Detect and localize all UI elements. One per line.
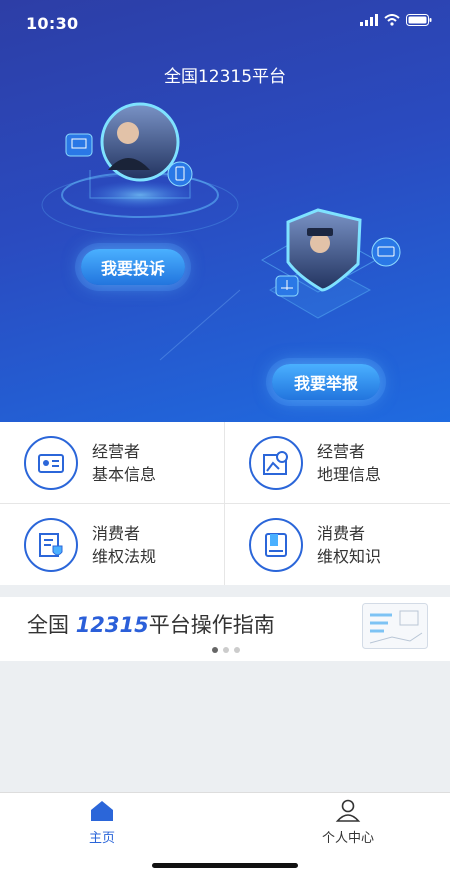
service-grid: 经营者 基本信息 经营者 地理信息 消费者 维权法规 消费者 维权知识: [0, 422, 450, 585]
tab-home-label: 主页: [88, 831, 115, 846]
status-bar: 10:30: [0, 0, 450, 50]
home-icon: [91, 801, 113, 821]
carousel-dot[interactable]: [234, 647, 240, 653]
id-card-icon: [24, 435, 78, 490]
service-title: 消费者: [92, 523, 141, 543]
service-subtitle: 地理信息: [317, 464, 382, 484]
tab-home[interactable]: 主页: [42, 799, 162, 846]
guide-banner[interactable]: 全国 12315平台操作指南: [0, 597, 450, 661]
service-subtitle: 维权知识: [317, 546, 382, 566]
page-title: 全国12315平台: [163, 67, 287, 87]
battery-icon: [406, 14, 432, 26]
service-subtitle: 基本信息: [92, 464, 157, 484]
map-pin-icon: [249, 435, 303, 490]
guide-illustration-icon: [362, 603, 428, 649]
report-button[interactable]: 我要举报: [272, 364, 380, 400]
service-title: 经营者: [317, 441, 366, 461]
service-operator-geo-info[interactable]: 经营者 地理信息: [225, 422, 449, 503]
complaint-button[interactable]: 我要投诉: [81, 249, 185, 285]
guide-title: 全国 12315平台操作指南: [27, 609, 275, 639]
home-indicator: [152, 863, 298, 868]
carousel-dots: [212, 647, 240, 653]
carousel-dot[interactable]: [223, 647, 229, 653]
service-operator-basic-info[interactable]: 经营者 基本信息: [0, 422, 224, 503]
wifi-icon: [384, 14, 400, 26]
book-icon: [249, 517, 303, 572]
tab-profile-label: 个人中心: [321, 831, 374, 846]
guide-title-suffix: 平台操作指南: [148, 613, 275, 637]
guide-title-number: 12315: [75, 613, 149, 637]
hero-banner: 10:30 全国12315平台 我要投诉 我要举报: [0, 0, 450, 422]
service-title: 消费者: [317, 523, 366, 543]
service-subtitle: 维权法规: [92, 546, 157, 566]
service-title: 经营者: [92, 441, 141, 461]
carousel-dot[interactable]: [212, 647, 218, 653]
user-icon: [335, 799, 361, 822]
guide-title-prefix: 全国: [27, 613, 76, 637]
tab-profile[interactable]: 个人中心: [288, 799, 408, 846]
shield-document-icon: [24, 517, 78, 572]
status-time: 10:30: [26, 14, 79, 33]
service-consumer-knowledge[interactable]: 消费者 维权知识: [225, 504, 449, 585]
tab-bar: 主页 个人中心: [0, 792, 450, 884]
signal-icon: [360, 14, 378, 26]
service-consumer-regulations[interactable]: 消费者 维权法规: [0, 504, 224, 585]
